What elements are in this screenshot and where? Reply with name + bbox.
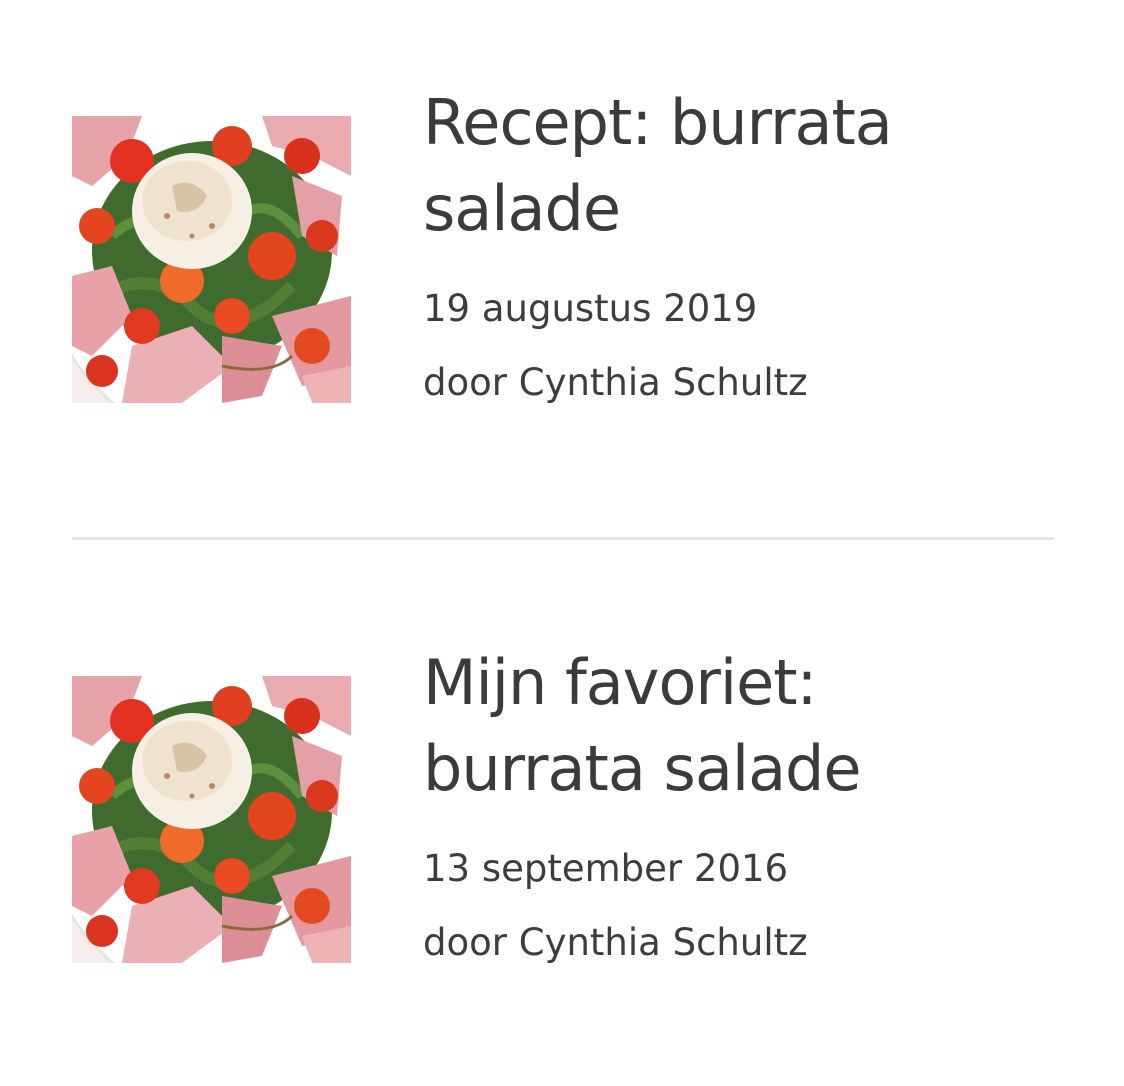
article-title[interactable]: Mijn favoriet: burrata salade: [423, 640, 1023, 812]
article-title[interactable]: Recept: burrata salade: [423, 80, 1023, 252]
article-author: door Cynthia Schultz: [423, 921, 808, 964]
burrata-salad-photo[interactable]: [72, 116, 351, 403]
burrata-salad-photo[interactable]: [72, 676, 351, 963]
article-info: Recept: burrata salade 19 augustus 2019 …: [423, 80, 1023, 406]
article-date: 13 september 2016: [423, 847, 789, 890]
divider: [72, 537, 1054, 540]
article-info: Mijn favoriet: burrata salade 13 septemb…: [423, 640, 1023, 966]
article-author: door Cynthia Schultz: [423, 361, 808, 404]
article-date: 19 augustus 2019: [423, 287, 758, 330]
